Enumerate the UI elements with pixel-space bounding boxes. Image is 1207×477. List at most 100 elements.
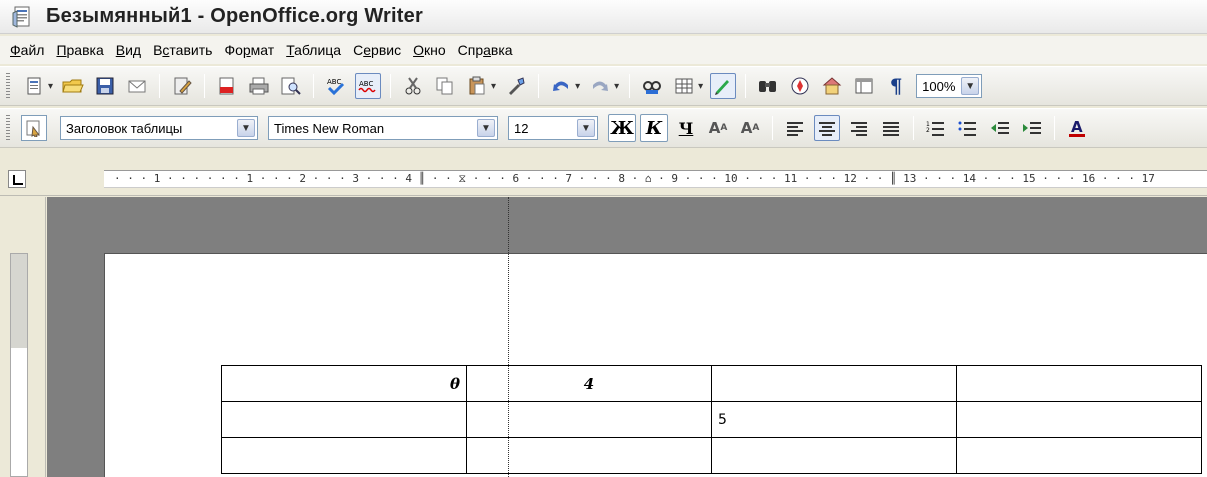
bullets-icon[interactable] [955,115,981,141]
table-cell[interactable] [221,437,467,474]
table-cell[interactable]: θ [221,365,467,402]
undo-icon[interactable] [548,73,574,99]
chevron-down-icon[interactable]: ▼ [961,77,980,95]
paragraph-style-combo[interactable]: Заголовок таблицы ▼ [60,116,258,140]
increase-indent-icon[interactable] [1019,115,1045,141]
paragraph-style-value: Заголовок таблицы [66,120,183,136]
menu-item-text: тавить [169,42,213,58]
insert-table-icon[interactable] [671,73,697,99]
decrease-indent-icon[interactable] [987,115,1013,141]
page-preview-icon[interactable] [278,73,304,99]
styles-formatting-icon[interactable] [21,115,47,141]
table-cell[interactable]: 4 [466,365,712,402]
menu-item[interactable]: Таблица [280,42,347,58]
align-left-icon[interactable] [782,115,808,141]
italic-button[interactable]: К [640,114,668,142]
underline-button[interactable]: Ч [672,114,700,142]
font-size-combo[interactable]: 12 ▼ [508,116,598,140]
chevron-down-icon[interactable]: ▼ [477,119,495,137]
email-icon[interactable] [124,73,150,99]
menu-bar: Файл Правка Вид Вставить Формат Таблица Сервис… [0,36,1207,64]
document-table[interactable]: θ 4 5 [221,365,1202,474]
chevron-down-icon[interactable]: ▾ [491,81,496,92]
bold-button[interactable]: Ж [608,114,636,142]
copy-icon[interactable] [432,73,458,99]
title-bar: Безымянный1 - OpenOffice.org Writer [0,0,1207,34]
toolbar-grip[interactable] [6,115,10,141]
separator [538,74,540,98]
chevron-down-icon[interactable]: ▾ [575,81,580,92]
formatting-marks-icon[interactable]: ¶ [883,73,909,99]
subscript-icon[interactable]: AA [736,114,764,142]
separator [1054,116,1055,140]
menu-item-text: С [353,42,364,58]
save-icon[interactable] [92,73,118,99]
new-document-icon[interactable] [21,73,47,99]
vertical-ruler[interactable] [0,197,46,477]
horizontal-ruler[interactable]: · · · 1 · · · · · · 1 · · · 2 · · · 3 · … [0,160,1207,196]
table-row [221,437,1202,474]
superscript-icon[interactable]: AA [704,114,732,142]
chevron-down-icon[interactable]: ▼ [237,119,255,137]
menu-item[interactable]: Правка [50,42,109,58]
table-cell[interactable] [466,401,712,438]
chevron-down-icon[interactable]: ▼ [577,119,595,137]
cut-icon[interactable] [400,73,426,99]
table-cell[interactable] [956,401,1202,438]
table-cell[interactable] [221,401,467,438]
align-center-icon[interactable] [814,115,840,141]
separator [913,116,914,140]
font-name-combo[interactable]: Times New Roman ▼ [268,116,498,140]
clone-formatting-icon[interactable] [503,73,529,99]
menu-item[interactable]: Формат [218,42,280,58]
font-color-icon[interactable]: A [1064,115,1090,141]
svg-text:A: A [1071,118,1083,136]
menu-item-accelerator: В [115,42,126,58]
navigator-hyperlink-icon[interactable] [639,73,665,99]
redo-icon[interactable] [587,73,613,99]
separator [772,116,773,140]
gallery-icon[interactable] [819,73,845,99]
align-right-icon[interactable] [846,115,872,141]
menu-item[interactable]: Справка [452,42,519,58]
menu-item[interactable]: Вид [110,42,147,58]
zoom-combo[interactable]: 100% ▼ [916,74,983,98]
writer-app-icon[interactable] [12,5,34,29]
navigator-icon[interactable] [787,73,813,99]
vertical-ruler-scale [10,253,28,477]
chevron-down-icon[interactable]: ▾ [698,81,703,92]
svg-text:ABC: ABC [359,80,373,88]
menu-item[interactable]: Вставить [147,42,218,58]
menu-item[interactable]: Окно [407,42,452,58]
separator [629,74,631,98]
tab-stop-selector-icon[interactable] [8,170,26,188]
chevron-down-icon[interactable]: ▾ [614,81,619,92]
table-cell[interactable]: 5 [711,401,957,438]
edit-file-icon[interactable] [169,73,195,99]
table-cell[interactable] [466,437,712,474]
spellcheck-icon[interactable]: ABC [323,73,349,99]
document-page[interactable]: θ 4 5 [104,253,1207,477]
menu-item-accelerator: а [483,42,491,58]
find-replace-icon[interactable] [755,73,781,99]
font-size-value: 12 [514,120,529,136]
justify-icon[interactable] [878,115,904,141]
print-icon[interactable] [246,73,272,99]
menu-item[interactable]: Файл [4,42,50,58]
paste-icon[interactable] [464,73,490,99]
table-cell[interactable] [711,365,957,402]
data-sources-icon[interactable] [851,73,877,99]
toolbar-grip[interactable] [6,73,10,99]
menu-item-accelerator: О [413,42,424,58]
table-row: 5 [221,401,1202,438]
table-cell[interactable] [956,437,1202,474]
menu-item[interactable]: Сервис [347,42,407,58]
export-pdf-icon[interactable] [214,73,240,99]
table-cell[interactable] [711,437,957,474]
table-cell[interactable] [956,365,1202,402]
open-folder-icon[interactable] [60,73,86,99]
numbering-icon[interactable]: 12 [923,115,949,141]
autospellcheck-icon[interactable]: ABC [355,73,382,99]
chevron-down-icon[interactable]: ▾ [48,81,53,92]
show-draw-functions-icon[interactable] [710,73,737,99]
